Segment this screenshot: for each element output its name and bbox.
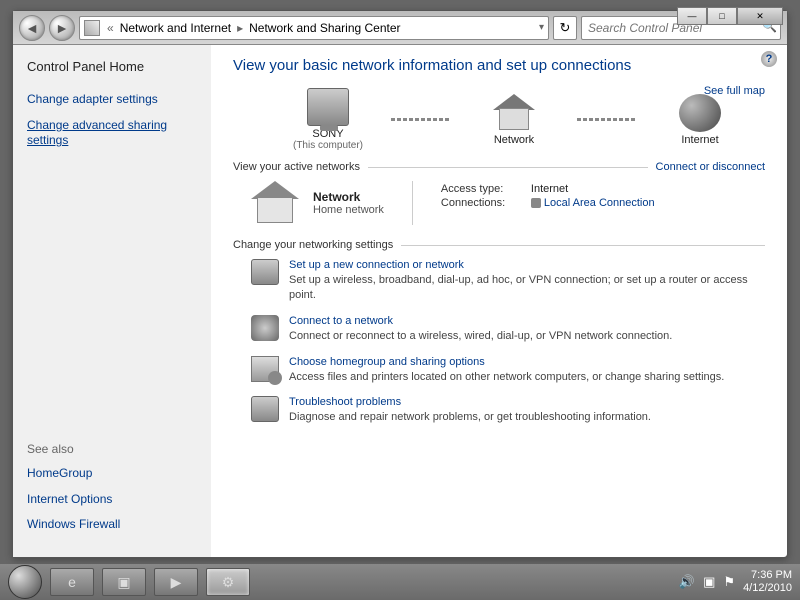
active-network-type[interactable]: Home network [313,204,384,216]
back-button[interactable]: ◄ [19,15,45,41]
see-also-heading: See also [27,442,197,456]
refresh-button[interactable]: ↻ [553,16,577,40]
breadcrumb-chevrons[interactable]: « [104,21,117,35]
sidebar: Control Panel Home Change adapter settin… [13,45,211,557]
troubleshoot-icon [251,396,279,422]
access-type-value: Internet [531,183,568,195]
explorer-window: — □ ✕ ◄ ► « Network and Internet ▸ Netwo… [12,10,788,558]
breadcrumb-network-internet[interactable]: Network and Internet [117,21,234,35]
task-link-troubleshoot[interactable]: Troubleshoot problems [289,396,651,408]
task-troubleshoot[interactable]: Troubleshoot problems Diagnose and repai… [251,396,765,425]
connect-network-icon [251,315,279,341]
window-controls: — □ ✕ [677,7,783,25]
address-bar: ◄ ► « Network and Internet ▸ Network and… [13,11,787,45]
taskbar-media-icon[interactable]: ▶ [154,568,198,596]
task-homegroup[interactable]: Choose homegroup and sharing options Acc… [251,356,765,385]
system-tray: 🔊 ▣ ⚑ 7:36 PM 4/12/2010 [679,569,792,595]
node-this-computer[interactable]: SONY (This computer) [273,88,383,151]
task-desc-homegroup: Access files and printers located on oth… [289,370,724,385]
sidebar-link-homegroup[interactable]: HomeGroup [27,466,197,482]
task-desc-setup: Set up a wireless, broadband, dial-up, a… [289,273,765,303]
minimize-button[interactable]: — [677,7,707,25]
control-panel-home-link[interactable]: Control Panel Home [27,59,197,74]
taskbar-explorer-icon[interactable]: ▣ [102,568,146,596]
task-desc-connect: Connect or reconnect to a wireless, wire… [289,329,672,344]
breadcrumb-sep: ▸ [234,21,246,35]
ethernet-icon [531,198,541,208]
taskbar-ie-icon[interactable]: e [50,568,94,596]
active-network-panel: Network Home network Access type: Intern… [251,181,765,225]
page-title: View your basic network information and … [233,57,765,74]
close-button[interactable]: ✕ [737,7,783,25]
connect-disconnect-link[interactable]: Connect or disconnect [656,161,765,173]
connections-label: Connections: [441,197,521,209]
node-network[interactable]: Network [459,94,569,146]
globe-icon [679,94,721,132]
start-button[interactable] [8,565,42,599]
taskbar-control-panel-icon[interactable]: ⚙ [206,568,250,596]
main-content: ? View your basic network information an… [211,45,787,557]
active-network-name[interactable]: Network [313,190,384,204]
forward-button[interactable]: ► [49,15,75,41]
computer-icon [307,88,349,126]
network-tray-icon[interactable]: ▣ [703,574,715,590]
action-center-icon[interactable]: ⚑ [723,574,735,590]
map-connector [391,118,451,121]
sidebar-link-advanced-sharing[interactable]: Change advanced sharing settings [27,118,197,149]
breadcrumb-sharing-center[interactable]: Network and Sharing Center [246,21,403,35]
clock-time: 7:36 PM [743,569,792,582]
access-type-label: Access type: [441,183,521,195]
node-internet-label: Internet [681,134,718,146]
help-icon[interactable]: ? [761,51,777,67]
volume-icon[interactable]: 🔊 [679,574,695,590]
control-panel-icon [84,20,100,36]
taskbar: e ▣ ▶ ⚙ 🔊 ▣ ⚑ 7:36 PM 4/12/2010 [0,564,800,600]
connection-link[interactable]: Local Area Connection [544,197,655,209]
node-internet[interactable]: Internet [645,94,755,146]
clock-date: 4/12/2010 [743,582,792,595]
taskbar-clock[interactable]: 7:36 PM 4/12/2010 [743,569,792,595]
node-network-label: Network [494,134,534,146]
task-link-connect[interactable]: Connect to a network [289,315,672,327]
breadcrumb[interactable]: « Network and Internet ▸ Network and Sha… [79,16,549,40]
sidebar-link-adapter-settings[interactable]: Change adapter settings [27,92,197,108]
active-networks-label: View your active networks [233,161,360,173]
change-settings-heading: Change your networking settings [233,239,393,251]
homegroup-icon [251,356,279,382]
home-network-icon [251,181,299,225]
sidebar-link-windows-firewall[interactable]: Windows Firewall [27,517,197,533]
map-connector [577,118,637,121]
task-setup-connection[interactable]: Set up a new connection or network Set u… [251,259,765,303]
task-link-homegroup[interactable]: Choose homegroup and sharing options [289,356,724,368]
network-house-icon [493,94,535,132]
setup-connection-icon [251,259,279,285]
sidebar-link-internet-options[interactable]: Internet Options [27,492,197,508]
maximize-button[interactable]: □ [707,7,737,25]
network-map: SONY (This computer) Network Internet [273,88,765,151]
task-connect-network[interactable]: Connect to a network Connect or reconnec… [251,315,765,344]
address-dropdown[interactable]: ▾ [539,22,544,33]
task-desc-troubleshoot: Diagnose and repair network problems, or… [289,410,651,425]
task-link-setup[interactable]: Set up a new connection or network [289,259,765,271]
node-pc-sub: (This computer) [293,140,363,151]
